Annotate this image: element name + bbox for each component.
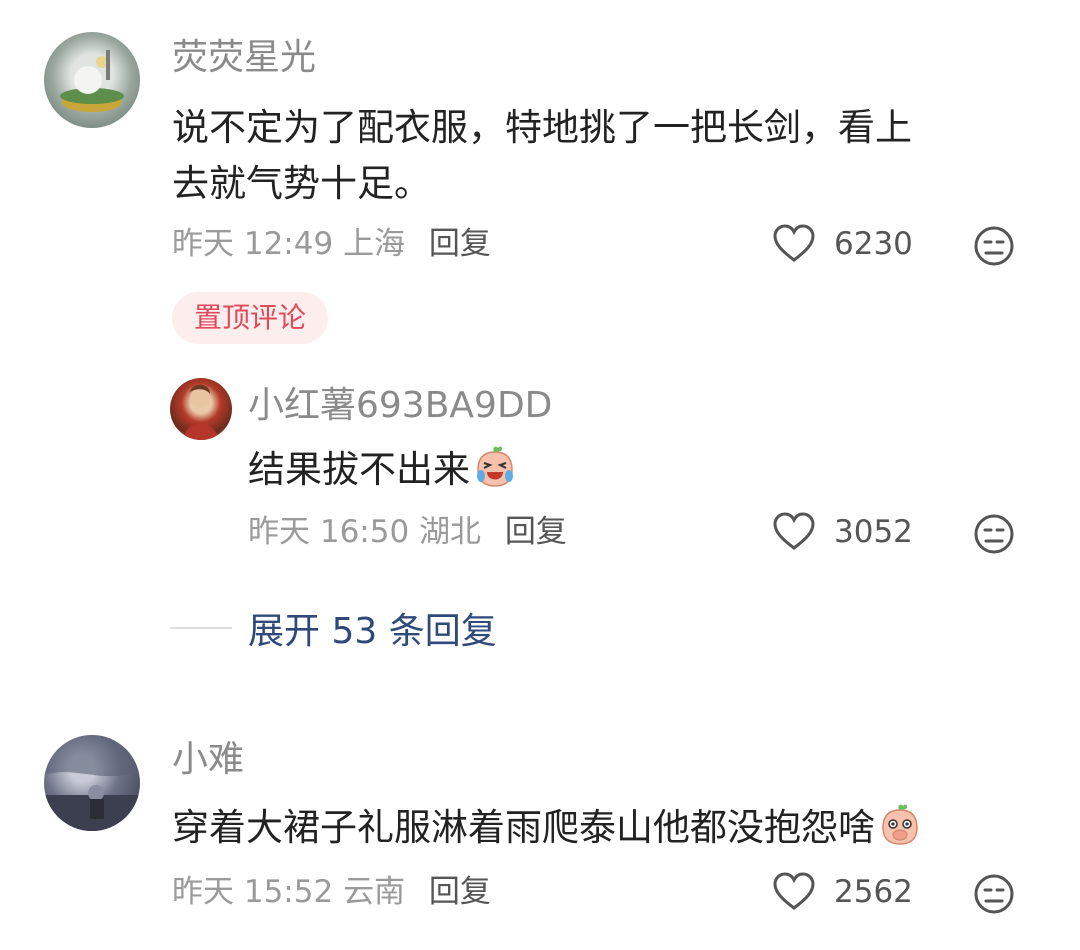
comment-meta: 昨天 15:52 云南 回复 xyxy=(172,872,491,912)
avatar-image xyxy=(184,384,218,440)
dislike-button[interactable] xyxy=(972,512,1016,556)
comment-meta: 昨天 12:49 上海 回复 xyxy=(172,224,491,264)
username[interactable]: 小难 xyxy=(172,738,244,782)
expand-replies-label: 展开 53 条回复 xyxy=(248,611,497,652)
comment-text: 去就气势十足。 xyxy=(172,162,431,205)
dislike-button[interactable] xyxy=(972,872,1016,916)
comment-text: 说不定为了配衣服，特地挑了一把长剑，看上 xyxy=(172,106,912,149)
laughing-crying-emoji xyxy=(472,444,518,490)
avatar-image xyxy=(44,735,140,831)
expand-replies-button[interactable]: 展开 53 条回复 xyxy=(170,600,497,656)
meh-face-icon xyxy=(974,226,1014,266)
heart-outline-icon xyxy=(773,512,815,550)
comment-location: 湖北 xyxy=(419,514,482,550)
reply-button[interactable]: 回复 xyxy=(429,874,491,910)
meh-face-icon xyxy=(974,874,1014,914)
comment-text-content: 穿着大裙子礼服淋着雨爬泰山他都没抱怨啥 xyxy=(172,806,875,849)
comment-location: 云南 xyxy=(343,874,406,910)
comment-text: 结果拔不出来 xyxy=(248,440,518,500)
meh-face-icon xyxy=(974,514,1014,554)
like-button[interactable]: 2562 xyxy=(772,870,922,914)
comment-time: 昨天 15:52 xyxy=(172,874,334,910)
divider xyxy=(170,627,232,629)
comment-meta: 昨天 16:50 湖北 回复 xyxy=(248,512,567,552)
avatar[interactable] xyxy=(44,32,140,128)
reply-button[interactable]: 回复 xyxy=(505,514,567,550)
avatar[interactable] xyxy=(170,378,232,440)
reply-button[interactable]: 回复 xyxy=(429,226,491,262)
dislike-button[interactable] xyxy=(972,224,1016,268)
avatar[interactable] xyxy=(44,735,140,831)
like-count: 2562 xyxy=(834,874,913,910)
like-count: 3052 xyxy=(834,514,913,550)
shocked-covering-mouth-emoji xyxy=(877,802,923,848)
pinned-comment-badge: 置顶评论 xyxy=(172,292,328,344)
comment-text-content: 结果拔不出来 xyxy=(248,448,470,491)
like-button[interactable]: 6230 xyxy=(772,222,922,266)
comment-time: 昨天 16:50 xyxy=(248,514,410,550)
avatar-image xyxy=(60,50,124,112)
comment-location: 上海 xyxy=(343,226,406,262)
heart-outline-icon xyxy=(773,872,815,910)
username[interactable]: 小红薯693BA9DD xyxy=(248,384,552,428)
username[interactable]: 荧荧星光 xyxy=(172,36,316,80)
comment-time: 昨天 12:49 xyxy=(172,226,334,262)
heart-outline-icon xyxy=(773,224,815,262)
like-button[interactable]: 3052 xyxy=(772,510,922,554)
comment-text: 穿着大裙子礼服淋着雨爬泰山他都没抱怨啥 xyxy=(172,798,923,858)
like-count: 6230 xyxy=(834,226,913,262)
